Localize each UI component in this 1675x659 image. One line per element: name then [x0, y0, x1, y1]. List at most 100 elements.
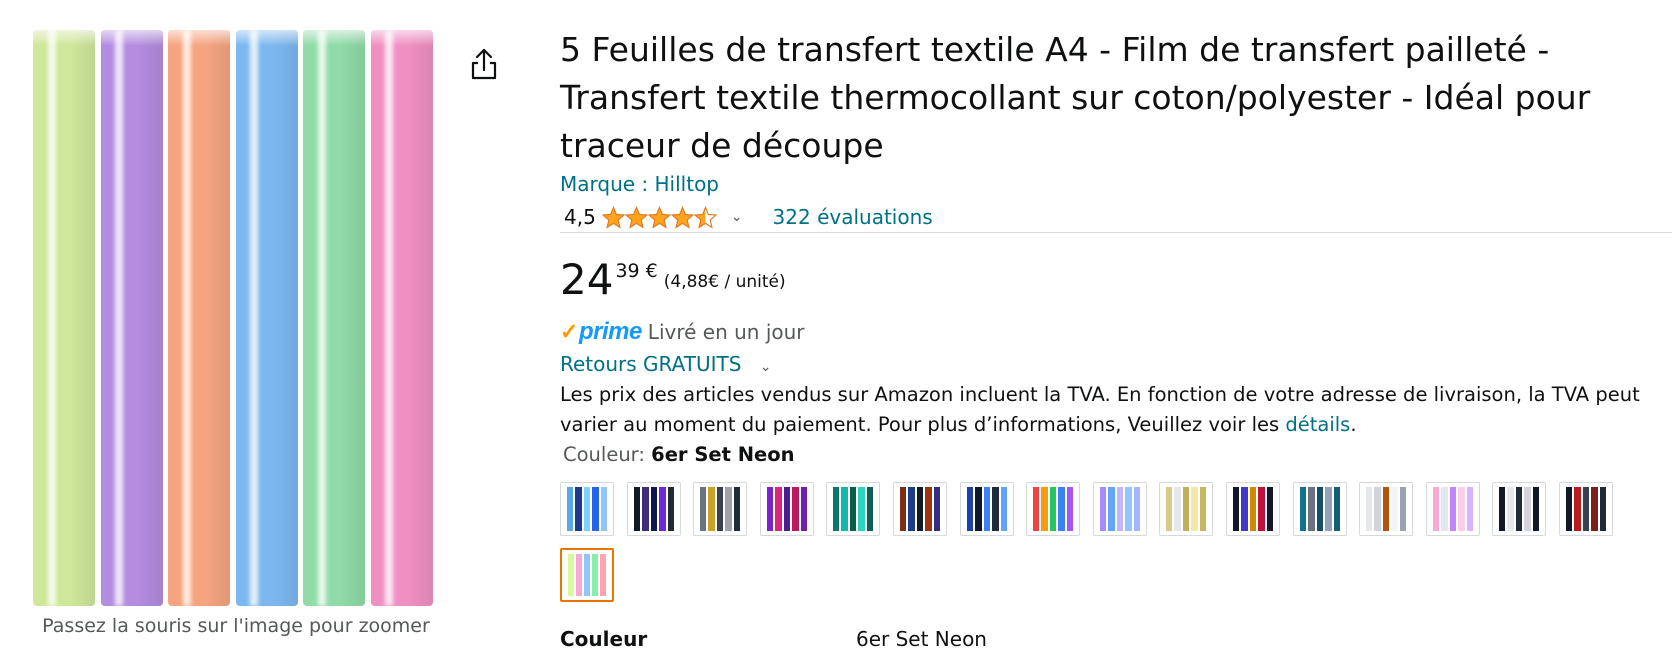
swatch-stripe	[1182, 487, 1190, 531]
swatch-stripe	[1100, 487, 1107, 531]
swatch-stripe	[650, 487, 658, 531]
color-label: Couleur:	[563, 443, 645, 466]
swatch-stripe	[1258, 487, 1265, 531]
swatch-stripe	[1066, 487, 1074, 531]
swatch-stripe	[849, 487, 857, 531]
swatch-stripe	[1507, 487, 1514, 531]
swatch-stripe	[775, 487, 782, 531]
color-swatch[interactable]	[1226, 482, 1280, 536]
swatch-stripe	[575, 487, 582, 531]
swatch-stripe	[1308, 487, 1315, 531]
chevron-down-icon[interactable]: ⌄	[760, 359, 772, 375]
swatch-stripe	[700, 487, 707, 531]
chevron-down-icon[interactable]: ⌄	[731, 209, 743, 225]
swatch-stripe	[1591, 487, 1598, 531]
swatch-stripe	[1199, 487, 1207, 531]
star-icon	[601, 205, 625, 229]
swatch-stripe	[975, 487, 982, 531]
color-swatch[interactable]	[627, 482, 681, 536]
main-product-image[interactable]	[30, 26, 440, 609]
swatch-stripe	[1133, 487, 1141, 531]
swatch-stripe	[1041, 487, 1048, 531]
swatch-stripe	[1524, 487, 1531, 531]
swatch-stripe	[1582, 487, 1590, 531]
glitter-roll	[303, 30, 365, 606]
swatch-stripe	[708, 487, 715, 531]
swatch-stripe	[1033, 487, 1040, 531]
color-swatch[interactable]	[1093, 482, 1147, 536]
color-swatch[interactable]	[560, 482, 614, 536]
glitter-roll	[33, 30, 95, 606]
details-link[interactable]: détails	[1285, 413, 1350, 436]
swatch-stripe	[1058, 487, 1065, 531]
delivery-text: Livré en un jour	[647, 320, 805, 344]
swatch-stripe	[1000, 487, 1008, 531]
color-swatch[interactable]	[893, 482, 947, 536]
swatch-stripe	[592, 554, 598, 596]
swatch-stripe	[1108, 487, 1115, 531]
prime-logo[interactable]: ✓ prime	[560, 318, 642, 346]
color-swatch[interactable]	[1559, 482, 1613, 536]
color-swatch[interactable]	[1293, 482, 1347, 536]
color-selection-label: Couleur: 6er Set Neon	[563, 443, 795, 466]
rating-value: 4,5	[564, 205, 596, 229]
color-swatch[interactable]	[760, 482, 814, 536]
color-swatch[interactable]	[1159, 482, 1213, 536]
swatch-stripe	[600, 554, 606, 596]
price-whole: 24	[560, 255, 614, 304]
color-swatch[interactable]	[1492, 482, 1546, 536]
prime-delivery: ✓ prime Livré en un jour	[560, 318, 805, 346]
swatch-stripe	[983, 487, 991, 531]
swatch-stripe	[792, 487, 799, 531]
swatch-stripe	[634, 487, 641, 531]
swatch-stripe	[1174, 487, 1181, 531]
free-returns-link[interactable]: Retours GRATUITS ⌄	[560, 352, 772, 376]
vat-note: Les prix des articles vendus sur Amazon …	[560, 380, 1672, 440]
swatch-stripe	[858, 487, 865, 531]
spec-name: Couleur	[560, 627, 648, 651]
swatch-stripe	[576, 554, 582, 596]
color-swatch[interactable]	[826, 482, 880, 536]
swatch-stripe	[908, 487, 915, 531]
zoom-hint: Passez la souris sur l'image pour zoomer	[42, 615, 430, 637]
swatch-stripe	[1532, 487, 1540, 531]
swatch-stripe	[568, 554, 574, 596]
swatch-stripe	[1266, 487, 1274, 531]
swatch-stripe	[642, 487, 649, 531]
share-icon[interactable]	[466, 46, 502, 86]
vat-note-end: .	[1350, 413, 1357, 436]
star-icon	[624, 205, 648, 229]
color-swatch-selected[interactable]	[560, 548, 614, 602]
swatch-stripe	[1191, 487, 1198, 531]
reviews-link[interactable]: 322 évaluations	[773, 205, 933, 229]
color-swatch[interactable]	[960, 482, 1014, 536]
brand-link[interactable]: Marque : Hilltop	[560, 172, 719, 196]
prime-label: prime	[578, 318, 642, 345]
swatch-stripe	[767, 487, 774, 531]
color-swatch[interactable]	[1026, 482, 1080, 536]
product-title: 5 Feuilles de transfert textile A4 - Fil…	[560, 30, 1591, 165]
swatch-stripe	[1458, 487, 1465, 531]
color-swatch[interactable]	[1426, 482, 1480, 536]
swatch-stripe	[1249, 487, 1257, 531]
swatch-stripe	[1366, 487, 1373, 531]
swatch-stripe	[1049, 487, 1057, 531]
star-rating[interactable]	[601, 205, 717, 229]
swatch-stripe	[659, 487, 666, 531]
swatch-stripe	[567, 487, 574, 531]
swatch-stripe	[1515, 487, 1523, 531]
color-swatch[interactable]	[693, 482, 747, 536]
glitter-roll	[168, 30, 230, 606]
swatch-stripe	[1233, 487, 1240, 531]
swatch-stripe	[992, 487, 999, 531]
swatch-stripe	[925, 487, 932, 531]
swatch-stripe	[1116, 487, 1124, 531]
selected-color: 6er Set Neon	[651, 443, 795, 466]
swatch-stripe	[916, 487, 924, 531]
swatch-stripe	[967, 487, 974, 531]
swatch-stripe	[1399, 487, 1407, 531]
swatch-stripe	[1391, 487, 1398, 531]
divider	[560, 232, 1672, 233]
swatch-stripe	[1325, 487, 1332, 531]
color-swatch[interactable]	[1359, 482, 1413, 536]
